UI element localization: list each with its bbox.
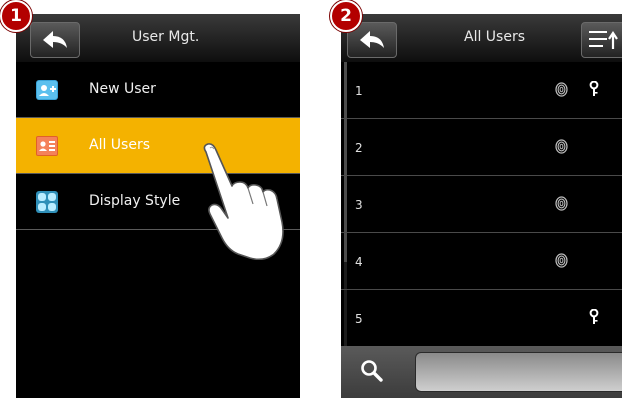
user-row[interactable]: 5 (341, 290, 622, 347)
screen-title: All Users (464, 29, 526, 45)
title-bar: User Mgt. (16, 14, 300, 62)
sort-button[interactable] (581, 22, 622, 58)
title-bar: All Users (341, 14, 622, 62)
user-id: 3 (355, 198, 363, 212)
back-arrow-icon (43, 31, 67, 48)
step-badge-2: 2 (330, 0, 362, 32)
fingerprint-icon (555, 139, 568, 154)
menu-label: New User (89, 81, 156, 97)
step-badge-1: 1 (0, 0, 32, 32)
back-arrow-icon (360, 31, 384, 48)
display-style-icon (36, 191, 58, 213)
tutorial-figure: 1 2 User Mgt. New User All Users Display… (0, 0, 622, 398)
magnifier-icon[interactable] (359, 358, 385, 384)
fingerprint-icon (555, 82, 568, 97)
user-row[interactable]: 3 (341, 176, 622, 233)
menu-label: Display Style (89, 193, 181, 209)
back-button[interactable] (30, 22, 80, 58)
user-id: 4 (355, 255, 363, 269)
user-row[interactable]: 1 (341, 62, 622, 119)
pointing-hand-icon (203, 143, 284, 260)
user-id: 1 (355, 84, 363, 98)
user-id: 5 (355, 312, 363, 326)
screen-title: User Mgt. (132, 29, 200, 45)
search-input[interactable] (415, 352, 622, 392)
user-row[interactable]: 4 (341, 233, 622, 290)
all-users-screen: All Users 1 2 3 4 5 (341, 14, 622, 398)
menu-item-new-user[interactable]: New User (16, 62, 300, 118)
search-bar (341, 346, 622, 398)
new-user-icon (36, 80, 58, 100)
fingerprint-icon (555, 196, 568, 211)
user-id: 2 (355, 141, 363, 155)
all-users-icon (36, 136, 58, 156)
sort-list-icon (589, 31, 618, 49)
fingerprint-icon (555, 253, 568, 268)
key-icon (589, 309, 599, 324)
user-row[interactable]: 2 (341, 119, 622, 176)
menu-label: All Users (89, 137, 151, 153)
key-icon (589, 81, 599, 96)
user-mgt-screen: User Mgt. New User All Users Display Sty… (16, 14, 300, 398)
